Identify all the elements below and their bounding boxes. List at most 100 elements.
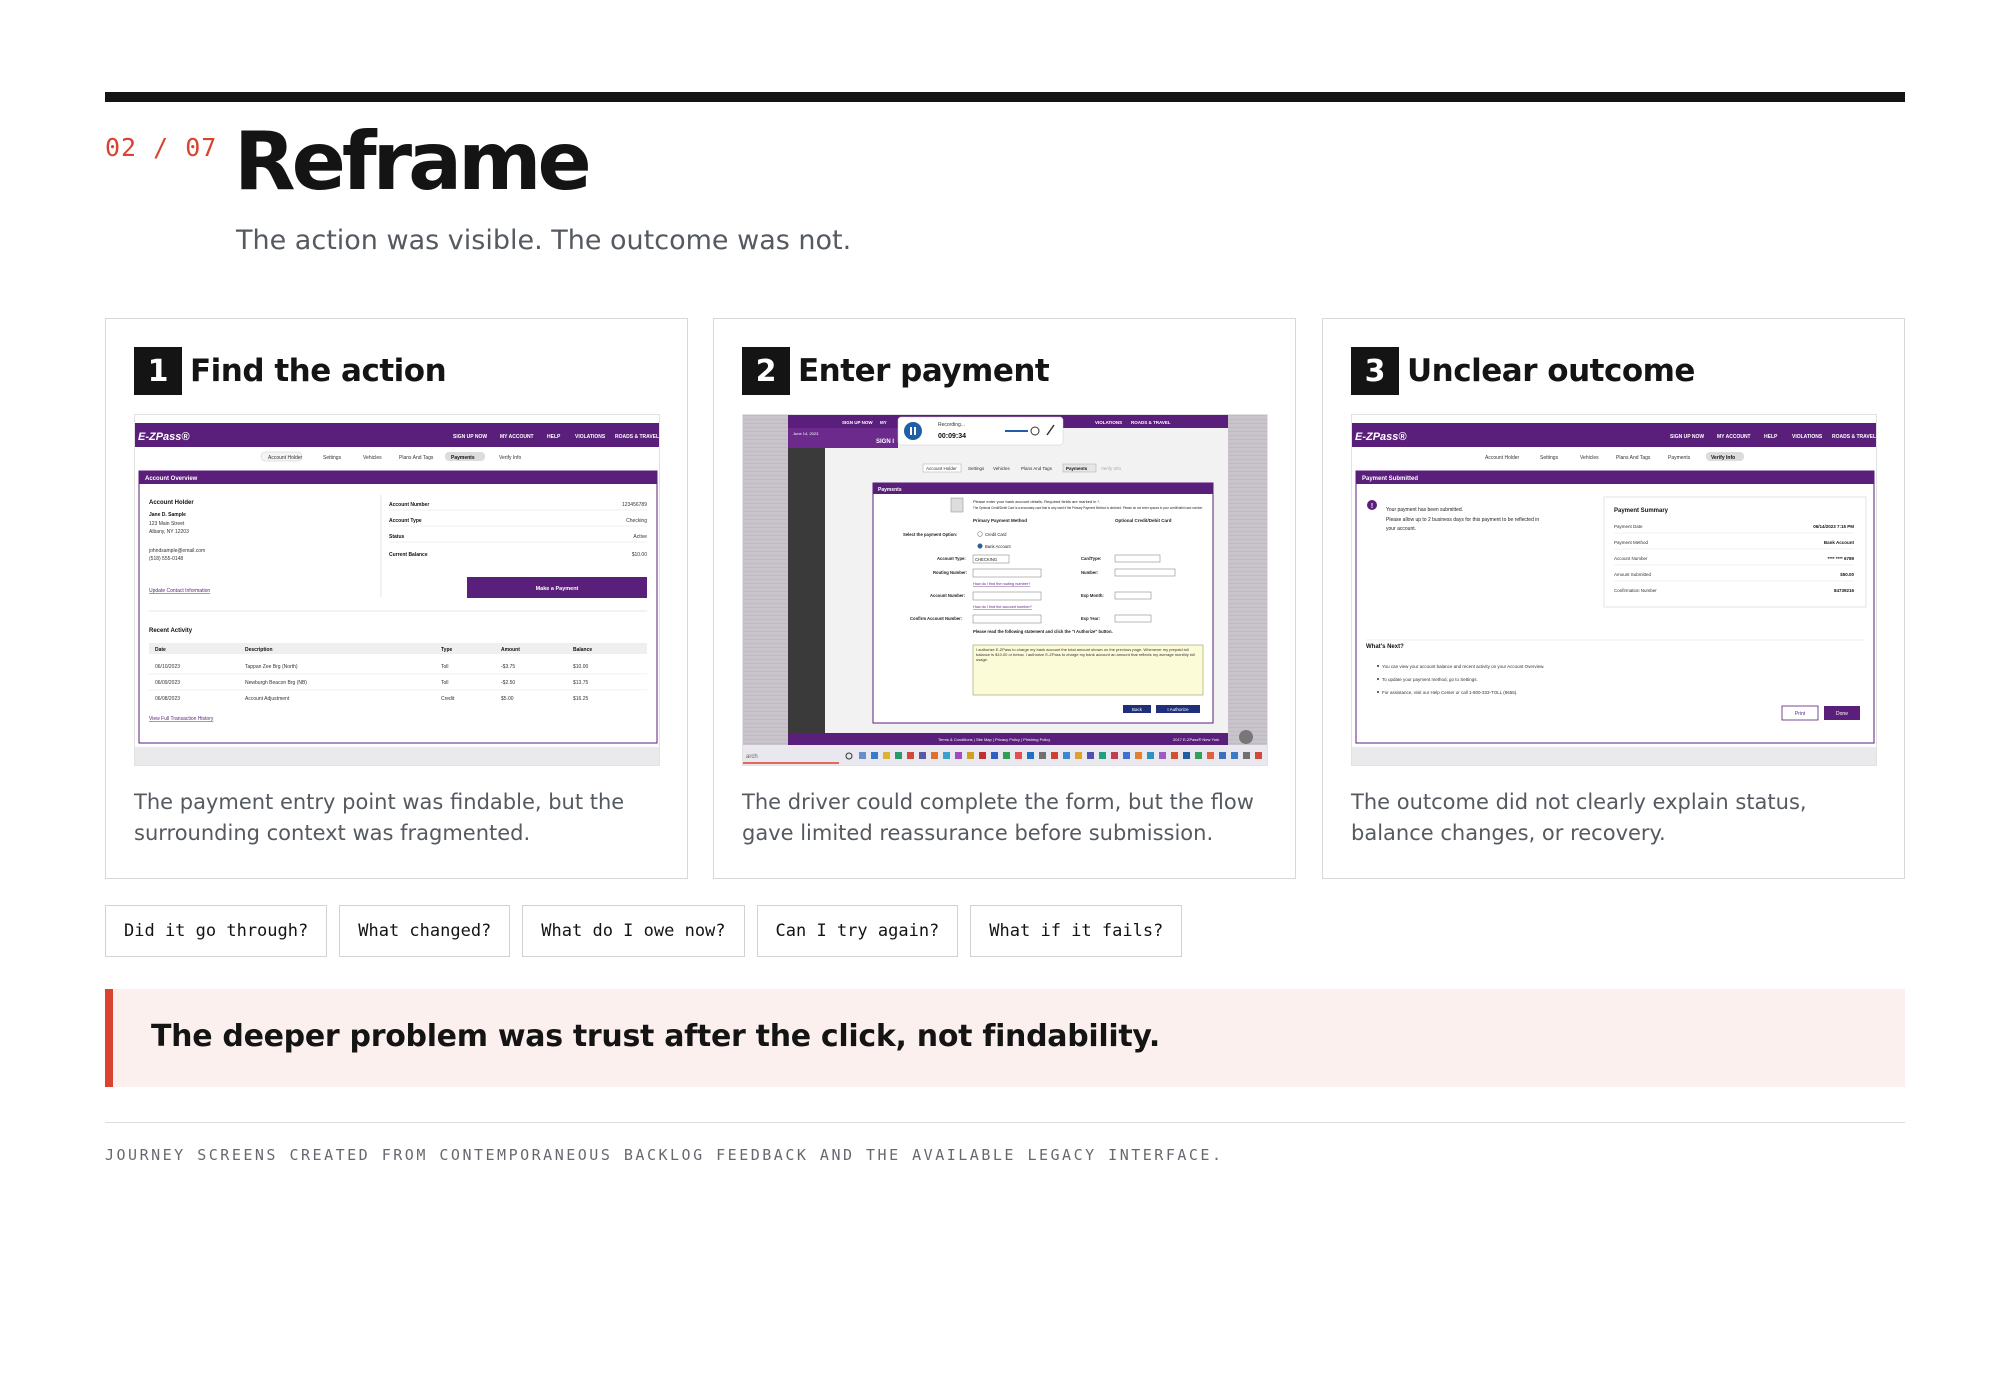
brand-logo: E-ZPass® bbox=[138, 431, 190, 443]
svg-text:CHECKING: CHECKING bbox=[975, 557, 997, 562]
svg-text:Balance: Balance bbox=[573, 647, 592, 653]
radio-bank-account[interactable] bbox=[977, 543, 983, 549]
routing-number-input[interactable] bbox=[972, 568, 1042, 578]
bottom-rule bbox=[105, 1122, 1905, 1123]
svg-text:HELP: HELP bbox=[1764, 434, 1778, 440]
svg-text:The Optional Credit/Debit Card: The Optional Credit/Debit Card is a seco… bbox=[973, 506, 1203, 510]
svg-text:Credit Card: Credit Card bbox=[985, 532, 1007, 537]
nav-item: ROADS & TRAVEL bbox=[615, 434, 659, 440]
svg-text:Jane D. Sample: Jane D. Sample bbox=[149, 512, 186, 518]
taskbar-icons[interactable] bbox=[845, 752, 1262, 760]
nav-item: VIOLATIONS bbox=[575, 434, 606, 440]
svg-text:You can view your account bala: You can view your account balance and re… bbox=[1382, 664, 1544, 669]
svg-text:Please allow up to 2 business: Please allow up to 2 business days for t… bbox=[1386, 517, 1539, 523]
card-number-input[interactable] bbox=[1114, 568, 1176, 577]
svg-text:Type: Type bbox=[441, 647, 453, 653]
svg-text:Payments: Payments bbox=[1066, 466, 1088, 471]
svg-text:06/10/2023: 06/10/2023 bbox=[155, 664, 180, 670]
exp-year-select[interactable] bbox=[1114, 614, 1152, 623]
svg-text:Exp Year:: Exp Year: bbox=[1081, 616, 1100, 621]
pause-icon[interactable] bbox=[904, 422, 922, 440]
journey-card-unclear-outcome: 3 Unclear outcome E-ZPass® SIGN UP NOW M… bbox=[1322, 318, 1905, 879]
tab: Plans And Tags bbox=[399, 455, 434, 461]
svg-text:Account Holder: Account Holder bbox=[1485, 455, 1520, 461]
svg-text:Toll: Toll bbox=[441, 664, 449, 670]
svg-text:06/09/2023: 06/09/2023 bbox=[155, 680, 180, 686]
question-chip[interactable]: What if it fails? bbox=[970, 905, 1183, 957]
card-description: The outcome did not clearly explain stat… bbox=[1351, 790, 1807, 845]
svg-text:**** **** 6789: **** **** 6789 bbox=[1827, 556, 1854, 561]
confirm-account-input[interactable] bbox=[972, 614, 1042, 624]
svg-text:Primary Payment Method: Primary Payment Method bbox=[973, 518, 1027, 523]
account-overview-screen: E-ZPass® SIGN UP NOW MY ACCOUNT HELP VIO… bbox=[135, 415, 659, 765]
panel-title: Payment Submitted bbox=[1362, 476, 1418, 482]
svg-text:123 Main Street: 123 Main Street bbox=[149, 521, 185, 527]
svg-text:Exp Month:: Exp Month: bbox=[1081, 593, 1104, 598]
svg-text:Verify Info: Verify Info bbox=[1101, 466, 1122, 471]
svg-text:Recent Activity: Recent Activity bbox=[149, 628, 193, 634]
svg-text:Confirm Account Number:: Confirm Account Number: bbox=[910, 616, 962, 621]
radio-credit-card[interactable] bbox=[977, 531, 983, 537]
screenshot-payment-form: SIGN UP NOW MY VIOLATIONS ROADS & TRAVEL… bbox=[742, 414, 1268, 766]
svg-text:Payment Summary: Payment Summary bbox=[1614, 508, 1669, 514]
recording-widget[interactable] bbox=[897, 416, 1064, 446]
step-badge: 3 bbox=[1351, 347, 1399, 395]
top-rule bbox=[105, 92, 1905, 102]
svg-text:Payment Date: Payment Date bbox=[1614, 524, 1643, 529]
svg-text:How do I find the account numb[interactable]: How do I find the account number? bbox=[973, 605, 1032, 609]
svg-text:Payments: Payments bbox=[878, 487, 902, 493]
svg-text:Account Number: Account Number bbox=[389, 502, 429, 508]
question-chip[interactable]: Can I try again? bbox=[756, 905, 959, 957]
card-type-select[interactable] bbox=[1114, 554, 1161, 563]
svg-text:arch: arch bbox=[746, 754, 758, 760]
svg-text:Back: Back bbox=[1132, 707, 1143, 712]
svg-text:johndsample@email.com: johndsample@email.com bbox=[148, 548, 205, 554]
svg-text:How do I find the routing numb[interactable]: How do I find the routing number? bbox=[973, 582, 1030, 586]
svg-text:-$3.75: -$3.75 bbox=[501, 664, 515, 670]
svg-text:Checking: Checking bbox=[626, 518, 647, 524]
journey-cards: 1 Find the action E-ZPass® SIGN UP NOW M… bbox=[105, 318, 1905, 879]
svg-text:Status: Status bbox=[389, 534, 405, 540]
svg-text:To update your payment method,: To update your payment method, go to Set… bbox=[1382, 677, 1478, 682]
journey-card-enter-payment: 2 Enter payment SIGN UP NOW MY VIOLATION… bbox=[713, 318, 1296, 879]
journey-card-find-action: 1 Find the action E-ZPass® SIGN UP NOW M… bbox=[105, 318, 688, 879]
update-contact-link[interactable]: Update Contact Information bbox=[149, 588, 210, 594]
insight-callout: The deeper problem was trust after the c… bbox=[105, 989, 1905, 1087]
svg-text:Tappan Zee Brg (North): Tappan Zee Brg (North) bbox=[245, 664, 298, 670]
svg-text:$10.00: $10.00 bbox=[573, 664, 589, 670]
question-chip[interactable]: What changed? bbox=[339, 905, 511, 957]
svg-text:Active: Active bbox=[633, 534, 647, 540]
tab: Settings bbox=[323, 455, 342, 461]
svg-text:Terms & Conditions | Site Ma: Terms & Conditions | Site Map | Privacy … bbox=[938, 737, 1050, 742]
question-chip[interactable]: Did it go through? bbox=[105, 905, 328, 957]
page-title: Reframe bbox=[234, 115, 592, 208]
tab: Vehicles bbox=[363, 455, 382, 461]
svg-text:June 14, 2023: June 14, 2023 bbox=[793, 431, 819, 436]
question-chip[interactable]: What do I owe now? bbox=[522, 905, 745, 957]
nav-item: SIGN UP NOW bbox=[453, 434, 487, 440]
svg-text:$10.00: $10.00 bbox=[632, 552, 648, 558]
exp-month-select[interactable] bbox=[1114, 591, 1152, 600]
section-number: 02 / 07 bbox=[105, 133, 218, 162]
svg-text:Done: Done bbox=[1836, 711, 1848, 717]
svg-text:Select the payment Option:: Select the payment Option: bbox=[903, 532, 957, 537]
screenshot-payment-submitted: E-ZPass® SIGN UP NOW MY ACCOUNT HELP VIO… bbox=[1351, 414, 1877, 766]
card-header: 1 Find the action bbox=[134, 347, 447, 395]
step-badge: 2 bbox=[742, 347, 790, 395]
account-number-input[interactable] bbox=[972, 591, 1042, 601]
tab: Verify Info bbox=[499, 455, 521, 461]
svg-text:Newburgh Beacon Brg (NB): Newburgh Beacon Brg (NB) bbox=[245, 680, 307, 686]
svg-text:$50.00: $50.00 bbox=[1840, 572, 1854, 577]
payment-submitted-screen: E-ZPass® SIGN UP NOW MY ACCOUNT HELP VIO… bbox=[1352, 415, 1876, 765]
svg-text:$5.00: $5.00 bbox=[501, 696, 514, 702]
svg-text:Routing Number:: Routing Number: bbox=[933, 570, 967, 575]
view-history-link[interactable]: View Full Transaction History bbox=[149, 716, 214, 722]
card-title: Unclear outcome bbox=[1407, 353, 1695, 389]
svg-text:Bank Account: Bank Account bbox=[985, 544, 1011, 549]
svg-text:Optional Credit/Debit Card: Optional Credit/Debit Card bbox=[1115, 518, 1172, 523]
svg-text:Account Holder: Account Holder bbox=[926, 466, 957, 471]
svg-text:2017 E-ZPass® New York: 2017 E-ZPass® New York bbox=[1173, 737, 1219, 742]
svg-text:Account Adjustment: Account Adjustment bbox=[245, 696, 290, 702]
svg-text:VIOLATIONS: VIOLATIONS bbox=[1095, 420, 1122, 425]
svg-text:Vehicles: Vehicles bbox=[993, 466, 1011, 471]
